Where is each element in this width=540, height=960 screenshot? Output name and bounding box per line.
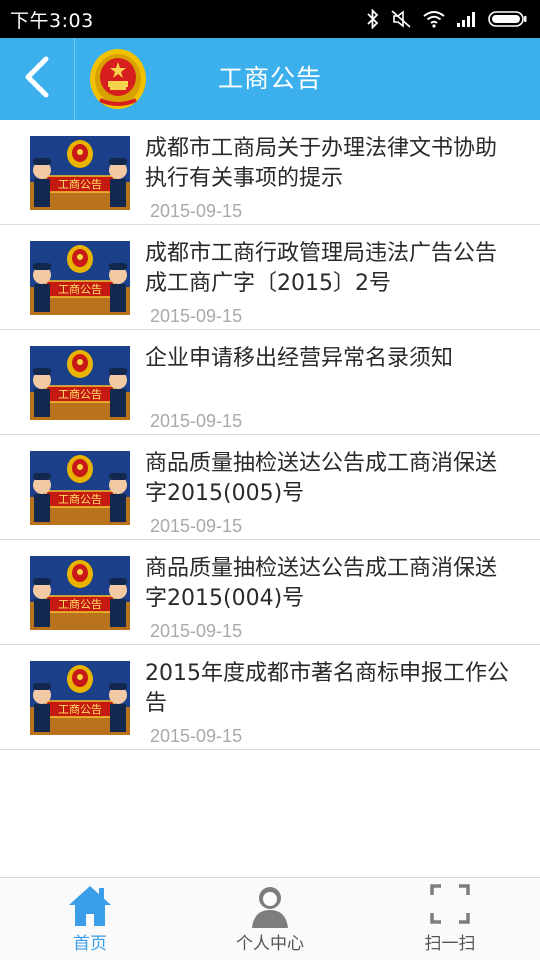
status-bar: 下午3:03 bbox=[0, 0, 540, 38]
silent-icon bbox=[390, 9, 412, 29]
thumbnail-label: 工商公告 bbox=[58, 597, 102, 611]
tab-profile[interactable]: 个人中心 bbox=[180, 878, 360, 960]
list-item[interactable]: 工商公告 2015年度成都市著名商标申报工作公告 2015-09-15 bbox=[0, 645, 540, 750]
wifi-icon bbox=[422, 10, 446, 28]
tab-scan[interactable]: 扫一扫 bbox=[360, 878, 540, 960]
list-item[interactable]: 工商公告 成都市工商局关于办理法律文书协助执行有关事项的提示 2015-09-1… bbox=[0, 120, 540, 225]
tab-home-label: 首页 bbox=[73, 934, 107, 954]
chevron-left-icon bbox=[22, 56, 52, 102]
list-item[interactable]: 工商公告 商品质量抽检送达公告成工商消保送字2015(005)号 2015-09… bbox=[0, 435, 540, 540]
notice-title: 2015年度成都市著名商标申报工作公告 bbox=[145, 661, 509, 716]
notice-thumbnail: 工商公告 bbox=[30, 346, 130, 420]
bluetooth-icon bbox=[366, 9, 380, 29]
thumbnail-label: 工商公告 bbox=[58, 282, 102, 296]
notice-date: 2015-09-15 bbox=[150, 201, 243, 221]
notice-list: 工商公告 成都市工商局关于办理法律文书协助执行有关事项的提示 2015-09-1… bbox=[0, 120, 540, 750]
battery-icon bbox=[488, 10, 528, 28]
status-icons bbox=[366, 9, 528, 29]
tab-scan-label: 扫一扫 bbox=[424, 934, 476, 954]
notice-thumbnail: 工商公告 bbox=[30, 556, 130, 630]
notice-thumbnail: 工商公告 bbox=[30, 661, 130, 735]
notice-thumbnail: 工商公告 bbox=[30, 451, 130, 525]
notice-date: 2015-09-15 bbox=[150, 621, 243, 641]
tab-profile-label: 个人中心 bbox=[236, 934, 304, 954]
list-item[interactable]: 工商公告 企业申请移出经营异常名录须知 2015-09-15 bbox=[0, 330, 540, 435]
notice-title: 商品质量抽检送达公告成工商消保送字2015(004)号 bbox=[145, 556, 498, 611]
notice-date: 2015-09-15 bbox=[150, 306, 243, 326]
home-icon bbox=[67, 884, 113, 932]
notice-title: 商品质量抽检送达公告成工商消保送字2015(005)号 bbox=[145, 451, 498, 506]
notice-thumbnail: 工商公告 bbox=[30, 241, 130, 315]
bottom-nav: 首页 个人中心 扫一扫 bbox=[0, 877, 540, 960]
header-bar: 工商公告 bbox=[0, 38, 540, 120]
list-item[interactable]: 工商公告 商品质量抽检送达公告成工商消保送字2015(004)号 2015-09… bbox=[0, 540, 540, 645]
scan-icon bbox=[430, 884, 470, 928]
user-icon bbox=[248, 884, 292, 934]
notice-date: 2015-09-15 bbox=[150, 411, 243, 431]
signal-icon bbox=[456, 10, 478, 28]
status-time: 下午3:03 bbox=[10, 9, 94, 32]
header-divider bbox=[74, 38, 75, 120]
thumbnail-label: 工商公告 bbox=[58, 702, 102, 716]
thumbnail-label: 工商公告 bbox=[58, 177, 102, 191]
notice-title: 成都市工商行政管理局违法广告公告成工商广字〔2015〕2号 bbox=[145, 241, 498, 296]
list-item[interactable]: 工商公告 成都市工商行政管理局违法广告公告成工商广字〔2015〕2号 2015-… bbox=[0, 225, 540, 330]
national-emblem-icon bbox=[88, 48, 148, 110]
thumbnail-label: 工商公告 bbox=[58, 492, 102, 506]
page-title: 工商公告 bbox=[217, 64, 322, 93]
notice-date: 2015-09-15 bbox=[150, 726, 243, 746]
notice-thumbnail: 工商公告 bbox=[30, 136, 130, 210]
notice-date: 2015-09-15 bbox=[150, 516, 243, 536]
notice-title: 成都市工商局关于办理法律文书协助执行有关事项的提示 bbox=[145, 136, 498, 191]
back-button[interactable] bbox=[0, 38, 74, 120]
thumbnail-label: 工商公告 bbox=[58, 387, 102, 401]
notice-title: 企业申请移出经营异常名录须知 bbox=[145, 346, 454, 371]
tab-home[interactable]: 首页 bbox=[0, 878, 180, 960]
